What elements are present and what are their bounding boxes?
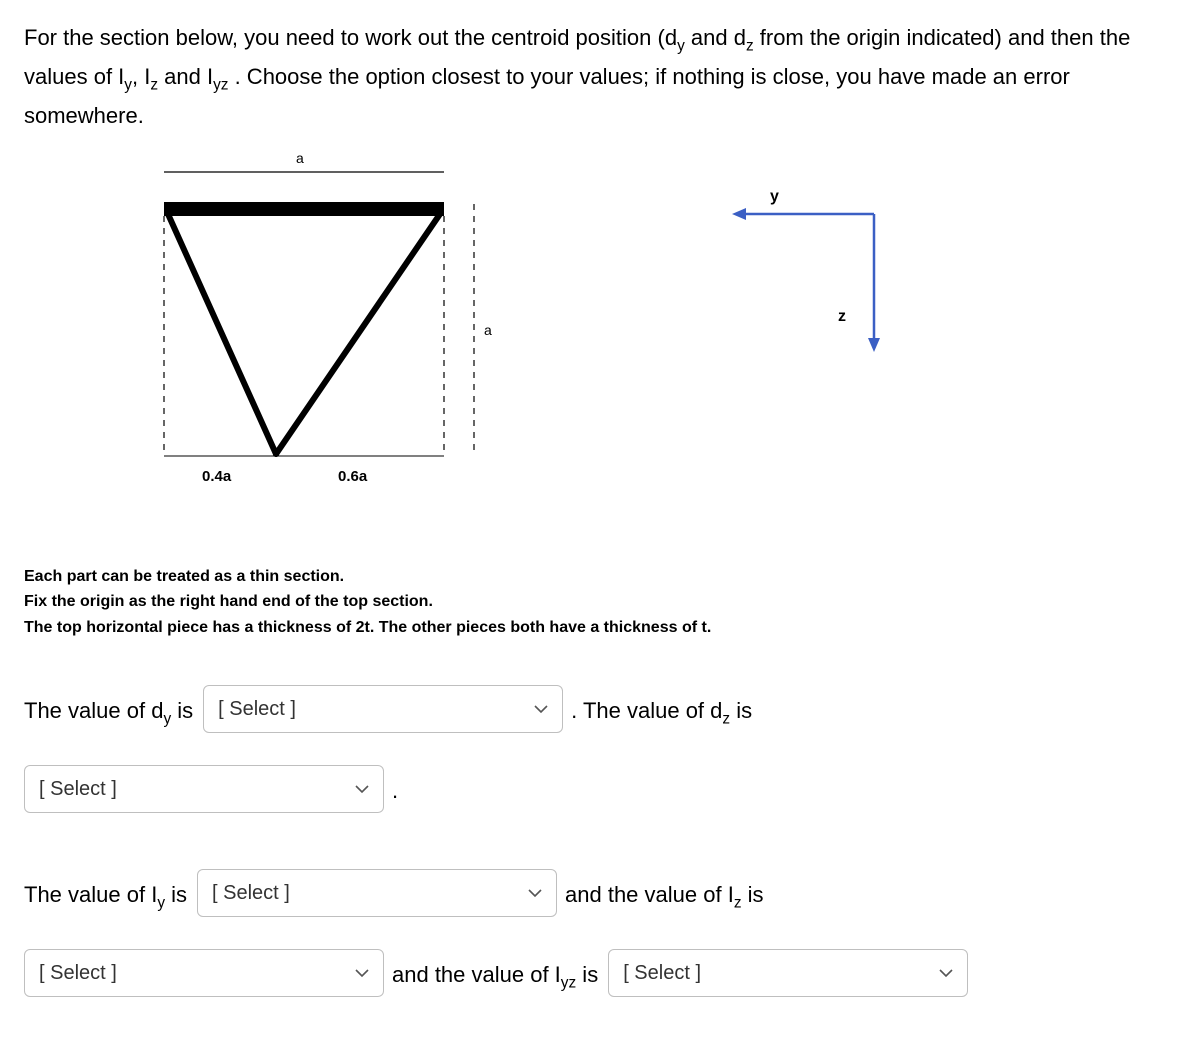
iy-select[interactable]: [ Select ]: [197, 869, 557, 917]
select-placeholder: [ Select ]: [212, 869, 290, 917]
answer-row-dz-select: [ Select ] .: [24, 765, 1176, 819]
iz-label: and the value of Iz is: [565, 869, 764, 922]
iyz-select[interactable]: [ Select ]: [608, 949, 968, 997]
note-line: Each part can be treated as a thin secti…: [24, 564, 1176, 590]
diagram-notes: Each part can be treated as a thin secti…: [24, 564, 1176, 641]
question-intro: For the section below, you need to work …: [24, 20, 1176, 134]
sub-z: z: [746, 37, 754, 54]
intro-text: , I: [132, 64, 150, 89]
select-placeholder: [ Select ]: [623, 949, 701, 997]
iy-label: The value of Iy is: [24, 869, 187, 922]
intro-text: For the section below, you need to work …: [24, 25, 677, 50]
iyz-label: and the value of Iyz is: [392, 949, 598, 1002]
intro-text: and d: [685, 25, 746, 50]
dy-select[interactable]: [ Select ]: [203, 685, 563, 733]
note-line: The top horizontal piece has a thickness…: [24, 615, 1176, 641]
answer-block: The value of dy is [ Select ] . The valu…: [24, 685, 1176, 1003]
top-dim-label: a: [296, 150, 304, 166]
chevron-down-icon: [518, 888, 542, 898]
sub-y: y: [124, 76, 132, 93]
section-diagram: a a 0.4a 0.6a: [124, 154, 604, 534]
right-dim-label: a: [484, 322, 492, 338]
answer-row-i: The value of Iy is [ Select ] and the va…: [24, 869, 1176, 923]
chevron-down-icon: [524, 704, 548, 714]
sub-yz: yz: [213, 76, 228, 93]
answer-row-iz-iyz: [ Select ] and the value of Iyz is [ Sel…: [24, 949, 1176, 1003]
intro-text: and I: [158, 64, 213, 89]
chevron-down-icon: [929, 968, 953, 978]
chevron-down-icon: [345, 968, 369, 978]
axes-svg: [724, 194, 984, 394]
iz-select[interactable]: [ Select ]: [24, 949, 384, 997]
sub-z: z: [150, 76, 158, 93]
select-placeholder: [ Select ]: [218, 685, 296, 733]
figure-row: a a 0.4a 0.6a y z: [24, 154, 1176, 534]
axes-diagram: y z: [724, 194, 984, 394]
answer-row-d: The value of dy is [ Select ] . The valu…: [24, 685, 1176, 739]
select-placeholder: [ Select ]: [39, 949, 117, 997]
dz-label: . The value of dz is: [571, 685, 752, 738]
y-axis-label: y: [770, 188, 779, 206]
note-line: Fix the origin as the right hand end of …: [24, 589, 1176, 615]
bottom-left-dim: 0.4a: [202, 468, 231, 485]
sub-y: y: [677, 37, 685, 54]
z-axis-label: z: [838, 308, 846, 326]
select-placeholder: [ Select ]: [39, 765, 117, 813]
chevron-down-icon: [345, 784, 369, 794]
dz-select[interactable]: [ Select ]: [24, 765, 384, 813]
period-text: .: [392, 765, 398, 818]
bottom-right-dim: 0.6a: [338, 468, 367, 485]
dy-label: The value of dy is: [24, 685, 193, 738]
